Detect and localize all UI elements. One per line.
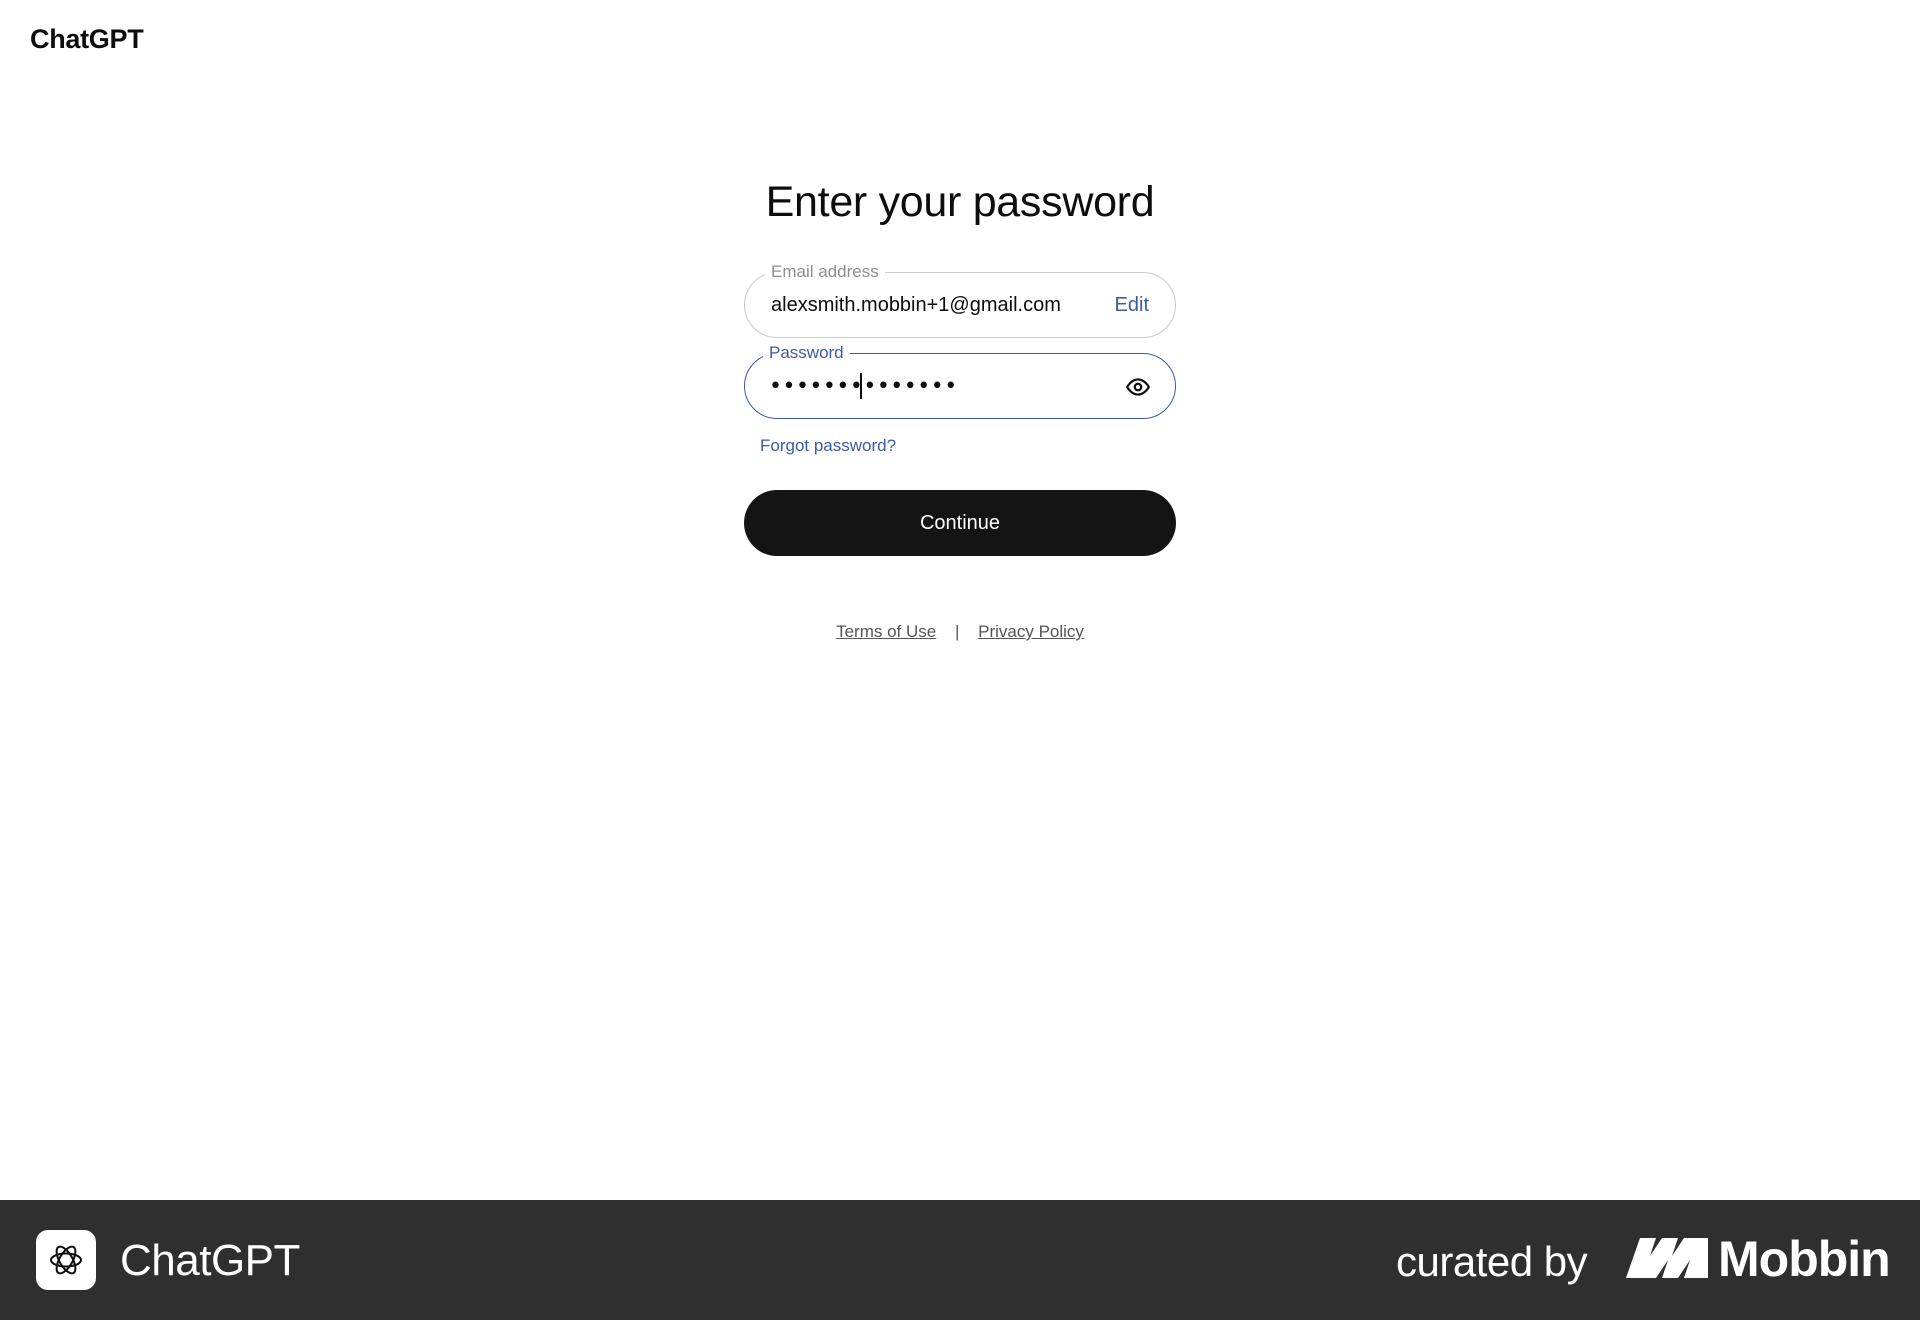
eye-icon[interactable] [1125, 374, 1151, 400]
forgot-password-link[interactable]: Forgot password? [760, 436, 896, 456]
password-field-label: Password [763, 343, 850, 363]
continue-button[interactable]: Continue [744, 490, 1176, 556]
text-cursor [860, 373, 862, 399]
footer-banner: ChatGPT curated by Mobbin [0, 1200, 1920, 1320]
password-field[interactable]: Password [744, 343, 1176, 419]
privacy-policy-link[interactable]: Privacy Policy [978, 622, 1084, 641]
password-input[interactable] [769, 369, 1089, 403]
legal-separator: | [954, 622, 960, 641]
edit-email-link[interactable]: Edit [1115, 273, 1149, 337]
terms-of-use-link[interactable]: Terms of Use [836, 622, 936, 641]
email-field: Email address alexsmith.mobbin+1@gmail.c… [744, 262, 1176, 338]
login-page: ChatGPT Enter your password Email addres… [0, 0, 1920, 1200]
openai-logo-icon [36, 1230, 96, 1290]
chatgpt-logo-text[interactable]: ChatGPT [30, 24, 144, 55]
page-title: Enter your password [765, 178, 1155, 226]
mobbin-logo-icon [1626, 1238, 1708, 1278]
email-value: alexsmith.mobbin+1@gmail.com [771, 294, 1061, 316]
footer-app-name: ChatGPT [120, 1236, 300, 1285]
legal-links: Terms of Use | Privacy Policy [0, 622, 1920, 642]
curated-by-text: curated by [1396, 1238, 1588, 1285]
mobbin-wordmark: Mobbin [1718, 1231, 1891, 1287]
